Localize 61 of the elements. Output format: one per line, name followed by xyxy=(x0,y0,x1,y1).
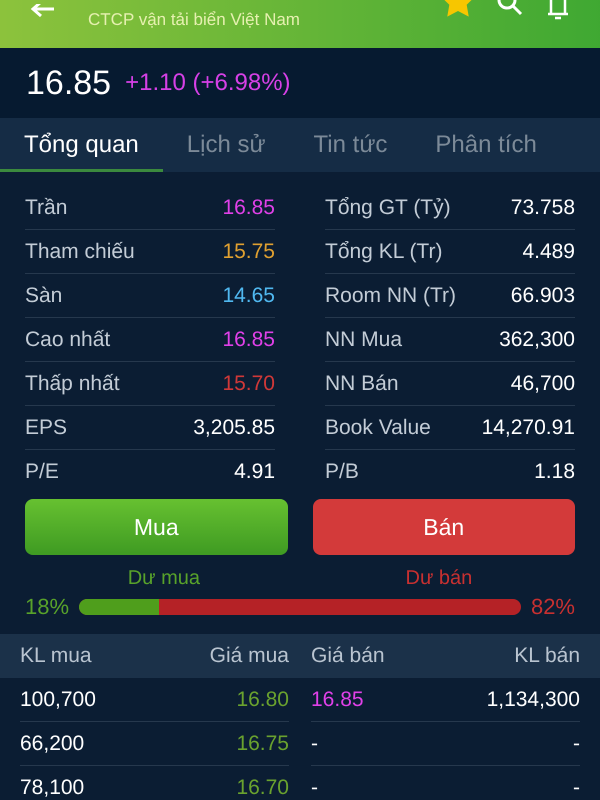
table-cell: 16.85 xyxy=(311,688,364,712)
sell-surplus-label: Dư bán xyxy=(406,567,472,590)
stat-value: 66.903 xyxy=(510,284,575,308)
stat-label: Thấp nhất xyxy=(25,372,120,396)
stat-value: 16.85 xyxy=(222,196,275,220)
bell-icon[interactable] xyxy=(546,0,570,20)
stat-value: 16.85 xyxy=(222,328,275,352)
table-cell: 100,700 xyxy=(20,688,96,712)
table-cell: 16.70 xyxy=(236,776,289,800)
stat-label: P/B xyxy=(325,460,359,484)
column-header: KL bán xyxy=(513,644,580,668)
column-header: Giá bán xyxy=(310,644,386,668)
buy-button[interactable]: Mua xyxy=(25,499,288,555)
price-change: +1.10 (+6.98%) xyxy=(125,69,291,97)
table-cell: - xyxy=(573,732,580,756)
tab[interactable]: Tổng quan xyxy=(0,118,163,172)
column-header: KL mua xyxy=(20,644,93,668)
price: 16.85 xyxy=(26,64,112,102)
stat-label: NN Mua xyxy=(325,328,402,352)
table-cell: - xyxy=(311,732,318,756)
table-cell: 66,200 xyxy=(20,732,84,756)
table-cell: - xyxy=(573,776,580,800)
table-cell: 78,100 xyxy=(20,776,84,800)
search-icon[interactable] xyxy=(496,0,524,18)
stat-value: 1.18 xyxy=(534,460,575,484)
stat-label: Tham chiếu xyxy=(25,240,135,264)
stat-label: Room NN (Tr) xyxy=(325,284,456,308)
stat-value: 362,300 xyxy=(499,328,575,352)
stat-value: 4.489 xyxy=(522,240,575,264)
column-header: Giá mua xyxy=(208,644,289,668)
stat-value: 14,270.91 xyxy=(482,416,575,440)
back-icon[interactable] xyxy=(30,4,56,20)
sell-percent: 82% xyxy=(530,594,575,620)
stat-label: Trần xyxy=(25,196,68,220)
stat-label: EPS xyxy=(25,416,68,440)
table-cell: - xyxy=(311,776,318,800)
company-name: CTCP vận tải biển Việt Nam xyxy=(88,10,300,30)
stat-label: Sàn xyxy=(25,284,62,308)
table-cell: 16.75 xyxy=(236,732,289,756)
stat-label: P/E xyxy=(25,460,59,484)
tab[interactable]: Phân tích xyxy=(411,118,561,172)
stat-label: Book Value xyxy=(325,416,431,440)
stat-label: Tổng GT (Tỷ) xyxy=(325,196,451,220)
stat-label: NN Bán xyxy=(325,372,399,396)
stat-value: 73.758 xyxy=(510,196,575,220)
buy-percent: 18% xyxy=(25,594,70,620)
stat-value: 14.65 xyxy=(222,284,275,308)
stat-value: 15.75 xyxy=(222,240,275,264)
tab[interactable]: Lịch sử xyxy=(162,118,290,172)
stat-value: 3,205.85 xyxy=(193,416,275,440)
table-cell: 1,134,300 xyxy=(486,688,580,712)
stat-label: Tổng KL (Tr) xyxy=(325,240,442,264)
tab[interactable]: Tin tức xyxy=(290,118,412,172)
table-cell: 16.80 xyxy=(236,688,289,712)
stat-value: 15.70 xyxy=(222,372,275,396)
stat-value: 4.91 xyxy=(234,460,275,484)
star-icon[interactable] xyxy=(442,0,474,18)
stat-label: Cao nhất xyxy=(25,328,110,352)
buy-surplus-label: Dư mua xyxy=(128,567,200,590)
stat-value: 46,700 xyxy=(510,372,575,396)
sell-button[interactable]: Bán xyxy=(312,499,575,555)
